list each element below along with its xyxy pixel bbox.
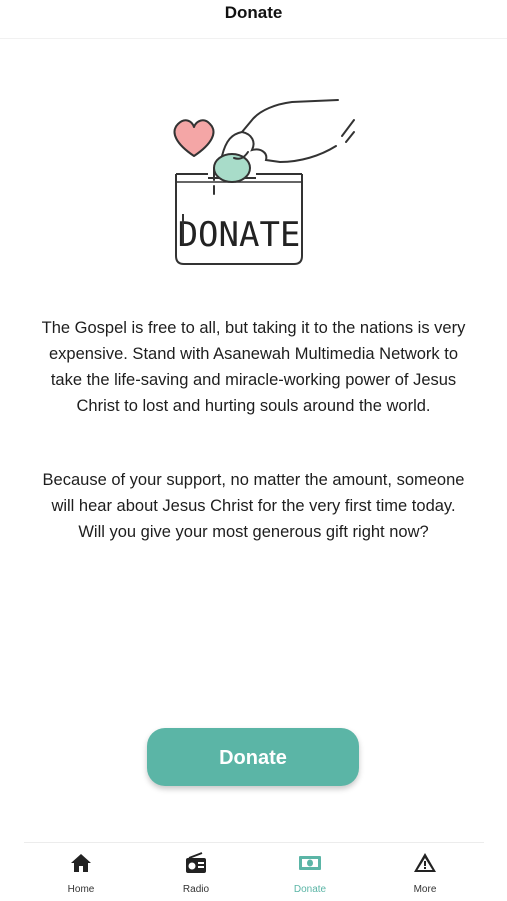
home-icon	[71, 854, 91, 872]
warning-icon	[414, 853, 436, 872]
tab-radio-label: Radio	[182, 884, 210, 895]
donate-illustration: DONATE	[160, 96, 356, 272]
tab-home-label: Home	[67, 884, 95, 895]
page-title: Donate	[224, 3, 283, 22]
donate-box-label: DONATE	[178, 215, 301, 255]
heart-icon	[173, 119, 215, 157]
tab-more-label: More	[413, 884, 437, 895]
tab-donate-label: Donate	[293, 884, 327, 895]
tab-radio[interactable]: Radio	[156, 843, 236, 901]
header-bar: Donate	[0, 0, 507, 39]
money-icon	[299, 856, 321, 870]
donate-box-icon: DONATE	[173, 99, 355, 265]
bottom-tab-bar: Home Radio Donate More	[24, 842, 484, 901]
tab-home[interactable]: Home	[41, 843, 121, 901]
donate-button[interactable]: Donate	[147, 728, 359, 786]
radio-icon	[186, 852, 206, 873]
support-paragraph: Because of your support, no matter the a…	[42, 471, 465, 541]
tab-more[interactable]: More	[385, 843, 465, 901]
intro-paragraph: The Gospel is free to all, but taking it…	[41, 319, 466, 415]
tab-donate[interactable]: Donate	[270, 843, 350, 901]
